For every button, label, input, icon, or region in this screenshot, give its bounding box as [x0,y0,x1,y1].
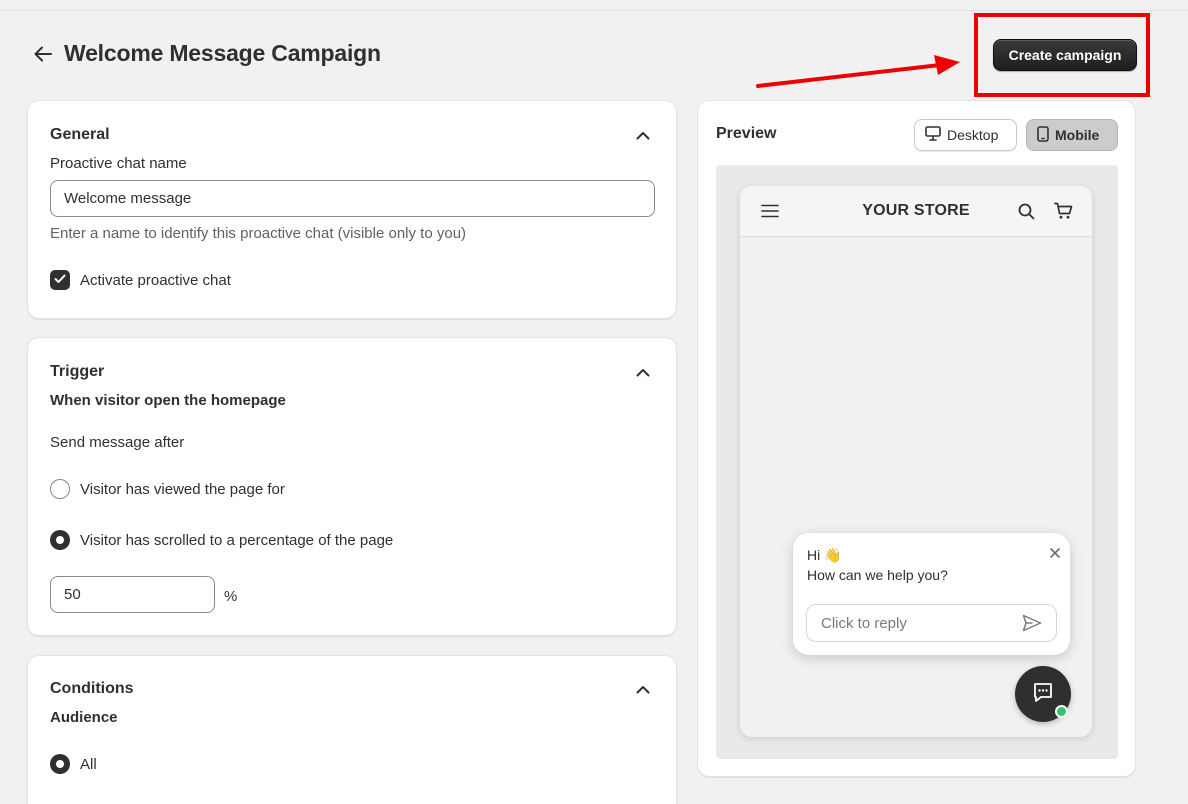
audience-label: Audience [50,709,118,726]
option-scrolled-page-label[interactable]: Visitor has scrolled to a percentage of … [80,532,393,549]
percentage-input[interactable] [50,576,215,613]
top-divider [0,10,1188,11]
audience-all-label[interactable]: All [80,756,97,773]
search-icon[interactable] [1015,200,1037,222]
chat-name-label: Proactive chat name [50,155,187,172]
chat-reply-input[interactable]: Click to reply [806,604,1057,642]
preview-canvas: YOUR STORE Hi 👋 How can we help you? Cli… [716,165,1118,759]
mobile-view-button[interactable]: Mobile [1026,119,1118,151]
option-viewed-page-label[interactable]: Visitor has viewed the page for [80,481,285,498]
radio-scrolled-page[interactable] [50,530,70,550]
activate-label[interactable]: Activate proactive chat [80,272,231,289]
close-icon[interactable] [1050,545,1060,561]
chat-bubble-icon [1031,680,1055,709]
create-campaign-button[interactable]: Create campaign [993,39,1137,71]
annotation-arrow [756,55,960,88]
arrow-left-icon [34,46,52,67]
preview-title: Preview [716,125,777,142]
online-status-dot [1055,705,1068,718]
percent-unit: % [224,588,238,605]
cart-icon[interactable] [1052,200,1074,222]
store-header: YOUR STORE [740,186,1092,237]
radio-audience-all[interactable] [50,754,70,774]
chat-name-help: Enter a name to identify this proactive … [50,225,467,242]
send-after-label: Send message after [50,434,185,451]
page-title: Welcome Message Campaign [64,40,381,66]
mobile-icon [1037,125,1049,145]
chat-reply-placeholder: Click to reply [821,615,907,632]
desktop-icon [925,126,941,144]
radio-viewed-page[interactable] [50,479,70,499]
chat-question: How can we help you? [807,567,948,583]
chat-popup: Hi 👋 How can we help you? Click to reply [793,533,1070,655]
trigger-subtitle: When visitor open the homepage [50,392,286,409]
send-icon[interactable] [1022,614,1042,637]
chevron-up-icon[interactable] [634,680,652,698]
mobile-frame: YOUR STORE Hi 👋 How can we help you? Cli… [740,186,1092,737]
store-name: YOUR STORE [862,202,970,219]
chevron-up-icon[interactable] [634,363,652,381]
desktop-view-button[interactable]: Desktop [914,119,1017,151]
conditions-title: Conditions [50,680,134,697]
general-card: General Proactive chat name Enter a name… [27,100,677,319]
activate-checkbox[interactable] [50,270,70,290]
chevron-up-icon[interactable] [634,126,652,144]
chat-greeting: Hi 👋 [807,547,842,563]
mobile-label: Mobile [1055,127,1100,143]
checkmark-icon [54,271,66,289]
preview-card: Preview Desktop Mobile YOUR STORE Hi 👋 H… [697,100,1136,777]
trigger-title: Trigger [50,363,105,380]
desktop-label: Desktop [947,127,999,143]
conditions-card: Conditions Audience All [27,655,677,804]
chat-name-input[interactable] [50,180,655,217]
general-title: General [50,126,110,143]
trigger-card: Trigger When visitor open the homepage S… [27,337,677,636]
back-button[interactable] [30,43,56,69]
